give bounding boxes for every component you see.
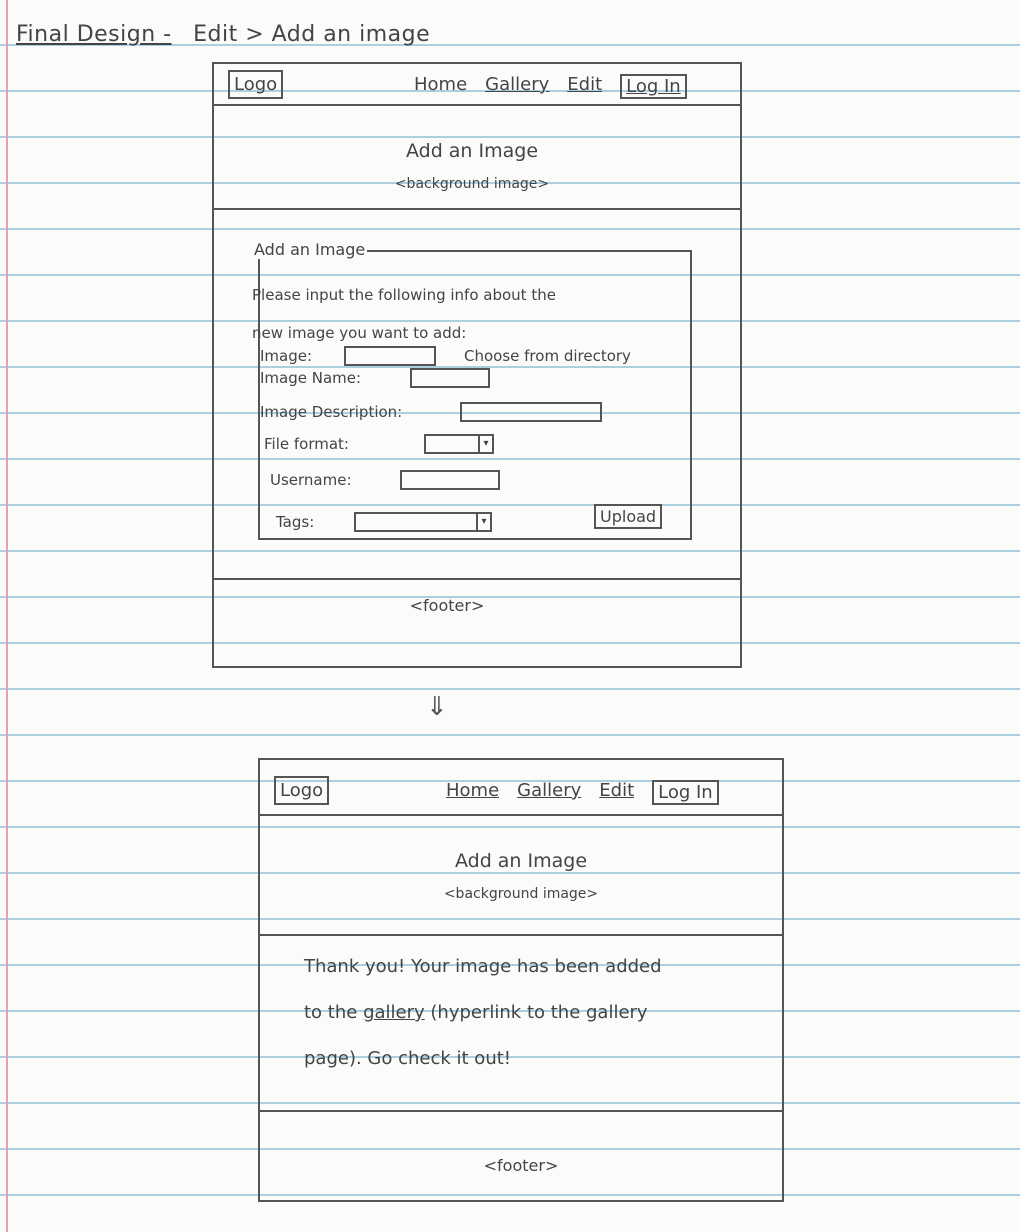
tags-label: Tags: (276, 513, 315, 531)
message-line-2-pre: to the (304, 1002, 358, 1023)
file-format-row: File format: ▾ (264, 434, 494, 454)
nav-bar: Home Gallery Edit Log In (414, 74, 687, 99)
nav-home[interactable]: Home (414, 74, 467, 99)
hero-divider (260, 934, 782, 936)
tags-row: Tags: ▾ (276, 512, 492, 532)
header-divider (260, 814, 782, 816)
message-line-2-post: (hyperlink to the gallery (430, 1002, 648, 1023)
logo[interactable]: Logo (228, 70, 284, 99)
hero-divider (214, 208, 740, 210)
hero-title: Add an Image (454, 850, 588, 872)
hero-background-placeholder: <background image> (394, 176, 550, 192)
hero-background-placeholder: <background image> (443, 886, 599, 902)
page-title-path: Edit > Add an image (193, 22, 431, 47)
footer-placeholder: <footer> (409, 596, 485, 615)
username-row: Username: (270, 470, 500, 490)
image-label: Image: (260, 347, 313, 365)
image-input[interactable] (344, 346, 436, 366)
logo[interactable]: Logo (274, 776, 330, 805)
tags-select[interactable]: ▾ (354, 512, 492, 532)
chevron-down-icon: ▾ (478, 436, 492, 452)
login-button[interactable]: Log In (652, 780, 719, 805)
login-button[interactable]: Log In (620, 74, 687, 99)
message-line-2: to the gallery (hyperlink to the gallery (304, 990, 662, 1036)
nav-gallery[interactable]: Gallery (517, 780, 581, 805)
form-instructions-2: new image you want to add: (252, 324, 467, 342)
form-instructions-1: Please input the following info about th… (252, 286, 556, 304)
nav-edit[interactable]: Edit (599, 780, 634, 805)
image-name-row: Image Name: (260, 368, 490, 388)
hero-title: Add an Image (405, 140, 539, 162)
mockup-add-image-form: Logo Home Gallery Edit Log In Add an Ima… (212, 62, 742, 668)
page-title-prefix: Final Design - (16, 22, 172, 47)
footer-divider (214, 578, 740, 580)
image-name-input[interactable] (410, 368, 490, 388)
gallery-link[interactable]: gallery (363, 1002, 425, 1023)
file-format-select[interactable]: ▾ (424, 434, 494, 454)
notebook-margin-line (6, 0, 8, 1232)
form-legend: Add an Image (252, 240, 368, 259)
footer-divider (260, 1110, 782, 1112)
nav-home[interactable]: Home (446, 780, 499, 805)
transition-arrow-icon: ⇓ (426, 692, 448, 722)
file-format-label: File format: (264, 435, 349, 453)
page-title: Final Design - Edit > Add an image (16, 22, 430, 47)
footer-placeholder: <footer> (483, 1156, 559, 1175)
confirmation-message: Thank you! Your image has been added to … (304, 944, 662, 1082)
choose-from-directory-link[interactable]: Choose from directory (464, 347, 631, 365)
header-divider (214, 104, 740, 106)
chevron-down-icon: ▾ (476, 514, 490, 530)
image-name-label: Image Name: (260, 369, 362, 387)
image-description-label: Image Description: (260, 403, 403, 421)
nav-gallery[interactable]: Gallery (485, 74, 549, 99)
message-line-3: page). Go check it out! (304, 1048, 511, 1069)
image-description-input[interactable] (460, 402, 602, 422)
nav-bar: Home Gallery Edit Log In (446, 780, 719, 805)
nav-edit[interactable]: Edit (567, 74, 602, 99)
username-label: Username: (270, 471, 352, 489)
mockup-confirmation: Logo Home Gallery Edit Log In Add an Ima… (258, 758, 784, 1202)
message-line-1: Thank you! Your image has been added (304, 956, 662, 977)
username-input[interactable] (400, 470, 500, 490)
image-description-row: Image Description: (260, 402, 602, 422)
upload-button[interactable]: Upload (594, 504, 663, 529)
image-field-row: Image: Choose from directory (260, 346, 631, 366)
add-image-form: Add an Image Please input the following … (252, 240, 692, 540)
